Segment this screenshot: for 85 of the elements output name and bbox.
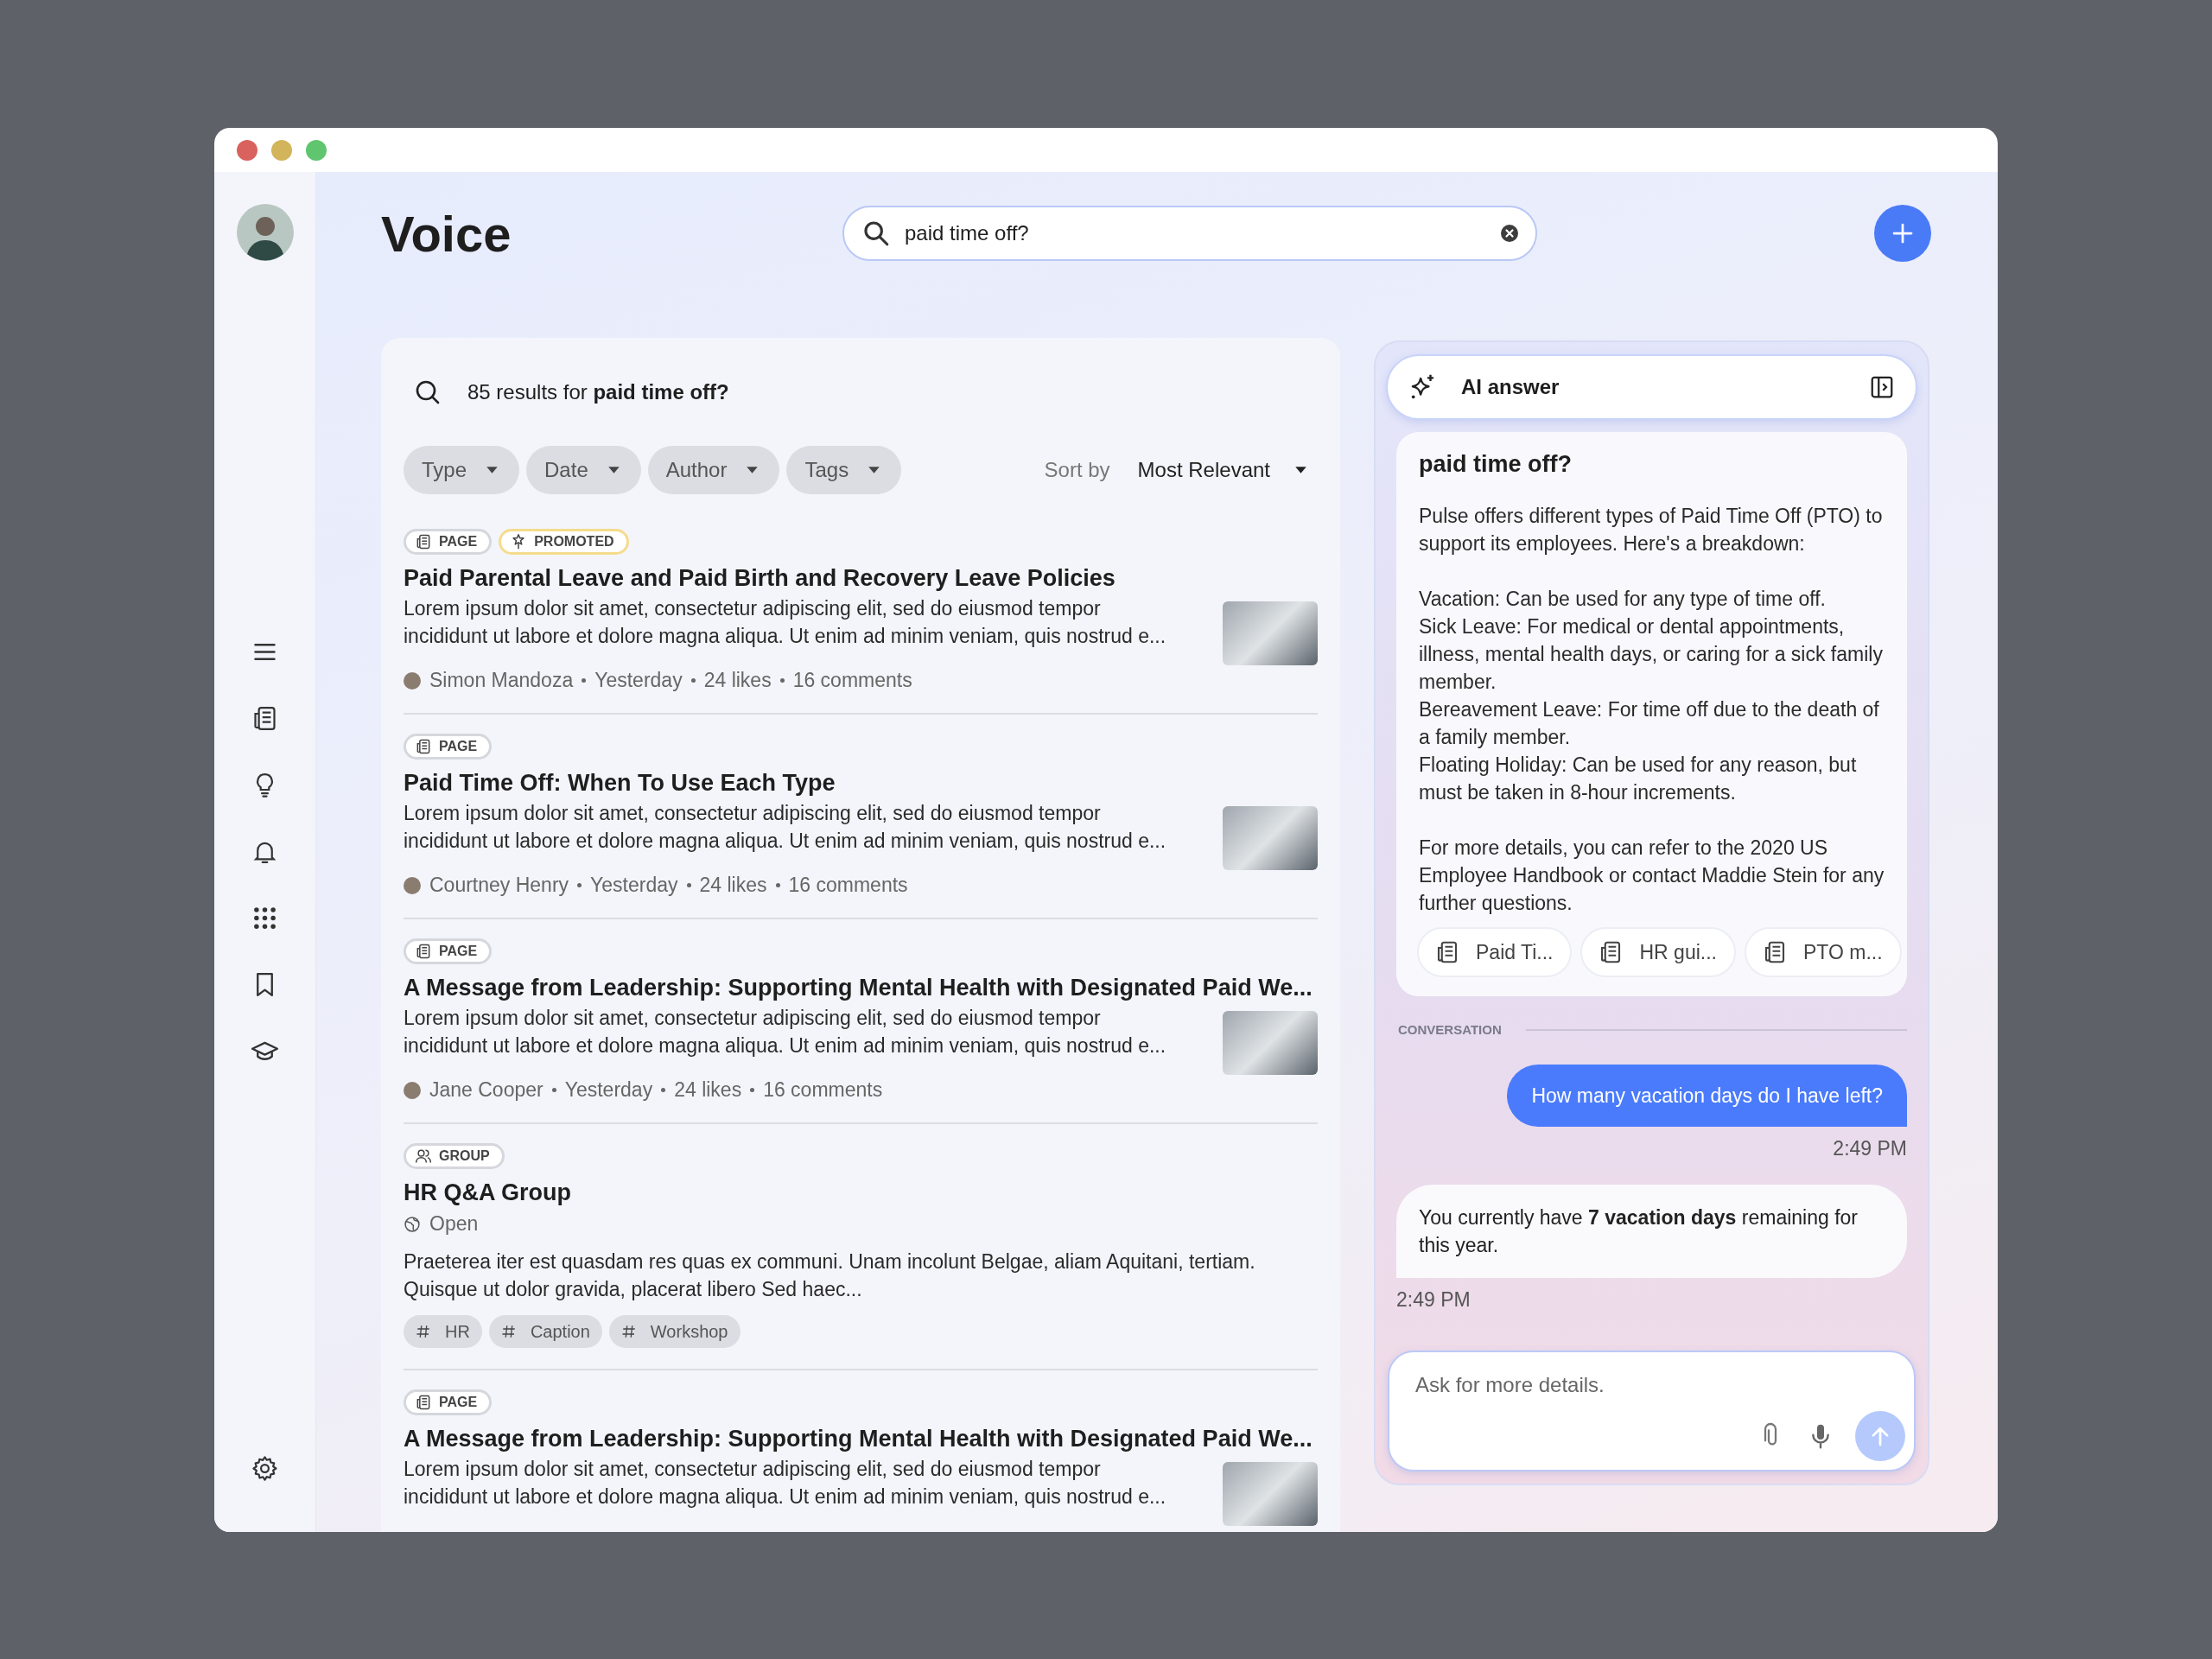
caret-icon — [486, 466, 499, 474]
comments-count: 16 comments — [763, 1078, 883, 1102]
author-name[interactable]: Simon Mandoza — [429, 669, 574, 692]
tag-chip[interactable]: HR — [404, 1315, 482, 1348]
tag-chip[interactable]: Caption — [488, 1315, 602, 1348]
comments-count: 16 comments — [792, 669, 912, 692]
sort-label: Sort by — [1044, 458, 1110, 482]
result-excerpt: Lorem ipsum dolor sit amet, consectetur adipiscing elit, sed do eiusmod tempor incididunt ut labore et dolore magna aliqua. Ut enim ad minim veniam, quis nostrud e... — [404, 1457, 1167, 1510]
chat-bubble: You currently have 7 vacation days remaining for this year. — [1396, 1185, 1907, 1278]
message-time: 2:49 PM — [1833, 1137, 1907, 1160]
globe-icon — [404, 1215, 421, 1233]
filter-dropdown[interactable]: Tags — [786, 446, 902, 494]
source-chip[interactable]: Paid Ti... — [1417, 927, 1573, 977]
source-chip[interactable]: PTO m... — [1744, 927, 1902, 977]
section-label: CONVERSATION — [1398, 1022, 1502, 1037]
separator-dot — [551, 1088, 556, 1092]
hash-icon — [500, 1324, 517, 1339]
post-date: Yesterday — [564, 1078, 653, 1102]
answer-question: paid time off? — [1419, 451, 1573, 478]
result-title[interactable]: A Message from Leadership: Supporting Mental Health with Designated Paid We... — [404, 1424, 1318, 1453]
type-badge: PROMOTED — [499, 529, 629, 555]
likes-count: 24 likes — [699, 874, 767, 897]
post-date: Yesterday — [590, 874, 678, 897]
sort-dropdown[interactable]: Most Relevant — [1116, 458, 1318, 482]
tag-chip[interactable]: Workshop — [608, 1315, 741, 1348]
newspaper-icon — [415, 1394, 432, 1411]
hash-icon — [620, 1324, 637, 1339]
search-field[interactable]: paid time off? — [842, 206, 1537, 261]
caret-icon — [1294, 466, 1307, 474]
chat-bubble: How many vacation days do I have left? — [1507, 1065, 1907, 1127]
source-chip[interactable]: HR gui... — [1580, 927, 1736, 977]
newspaper-icon — [415, 533, 432, 550]
filter-dropdown[interactable]: Date — [526, 446, 641, 494]
type-badge: GROUP — [404, 1143, 505, 1169]
sidebar-toggle-icon[interactable] — [1869, 374, 1895, 400]
separator-dot — [582, 678, 587, 683]
result-title[interactable]: HR Q&A Group — [404, 1178, 1318, 1207]
comments-count: 16 comments — [788, 874, 908, 897]
group-status: Open — [429, 1212, 479, 1236]
newspaper-icon — [415, 738, 432, 755]
message-time: 2:49 PM — [1396, 1288, 1471, 1312]
type-badge: PAGE — [404, 1389, 493, 1415]
result-excerpt: Lorem ipsum dolor sit amet, consectetur adipiscing elit, sed do eiusmod tempor incididunt ut labore et dolore magna aliqua. Ut enim ad minim veniam, quis nostrud e... — [404, 801, 1167, 854]
search-icon — [861, 219, 891, 248]
separator-dot — [661, 1088, 666, 1092]
post-date: Yesterday — [594, 669, 683, 692]
separator-dot — [775, 883, 780, 887]
result-title[interactable]: A Message from Leadership: Supporting Mental Health with Designated Paid We... — [404, 973, 1318, 1002]
type-badge: PAGE — [404, 938, 493, 964]
people-icon — [415, 1147, 432, 1165]
author-name[interactable]: Jane Cooper — [429, 1078, 543, 1102]
filter-dropdown[interactable]: Type — [404, 446, 520, 494]
caret-icon — [746, 466, 760, 474]
caret-icon — [607, 466, 620, 474]
separator-dot — [686, 883, 691, 887]
author-avatar — [404, 671, 421, 690]
panel-title: AI answer — [1461, 375, 1560, 399]
type-badge: PAGE — [404, 529, 493, 555]
filter-dropdown[interactable]: Author — [647, 446, 780, 494]
settings-icon[interactable] — [251, 1454, 279, 1483]
result-title[interactable]: Paid Time Off: When To Use Each Type — [404, 768, 1318, 798]
avatar-icon[interactable] — [236, 204, 294, 261]
likes-count: 24 likes — [703, 669, 772, 692]
chat-input[interactable]: Ask for more details. — [1388, 1351, 1916, 1471]
answer-text: Pulse offers different types of Paid Time Off (PTO) to support its employees. Here's a breakdown: Vacation: Can be used for any type of time off. Sick Leave: For medical or dental appointments, illness, mental health days, or caring for a sick family member. Bereavement Leave: For time off due to the death of a family member. Floating Holiday: Can be used for any reason, but must be taken in 8-hour increments. For more details, you can refer to the 2020 US Employee Handbook or contact Maddie Stein for any further questions. — [1419, 504, 1885, 916]
separator-dot — [690, 678, 696, 683]
result-excerpt: Lorem ipsum dolor sit amet, consectetur adipiscing elit, sed do eiusmod tempor incididunt ut labore et dolore magna aliqua. Ut enim ad minim veniam, quis nostrud e... — [404, 596, 1167, 649]
author-name[interactable]: Courtney Henry — [429, 874, 569, 897]
likes-count: 24 likes — [674, 1078, 742, 1102]
separator-dot — [779, 678, 785, 683]
caret-icon — [868, 466, 881, 474]
newspaper-icon — [415, 943, 432, 960]
separator-dot — [750, 1088, 755, 1092]
author-avatar — [404, 876, 421, 894]
app-title: Voice — [381, 204, 512, 263]
author-avatar — [404, 1081, 421, 1099]
result-title[interactable]: Paid Parental Leave and Paid Birth and Recovery Leave Policies — [404, 563, 1318, 593]
separator-dot — [577, 883, 582, 887]
type-badge: PAGE — [404, 734, 493, 760]
hash-icon — [416, 1324, 431, 1339]
clear-icon[interactable] — [1499, 223, 1520, 244]
result-excerpt: Praeterea iter est quasdam res quas ex communi. Unam incolunt Belgae, aliam Aquitani, tertiam. Quisque ut dolor gravida, placerat libero Sed haec... — [404, 1249, 1256, 1302]
close-window-button[interactable] — [237, 139, 257, 161]
results-count: 85 results for paid time off? — [467, 379, 729, 404]
result-excerpt: Lorem ipsum dolor sit amet, consectetur adipiscing elit, sed do eiusmod tempor incididunt ut labore et dolore magna aliqua. Ut enim ad minim veniam, quis nostrud e... — [404, 1006, 1167, 1058]
